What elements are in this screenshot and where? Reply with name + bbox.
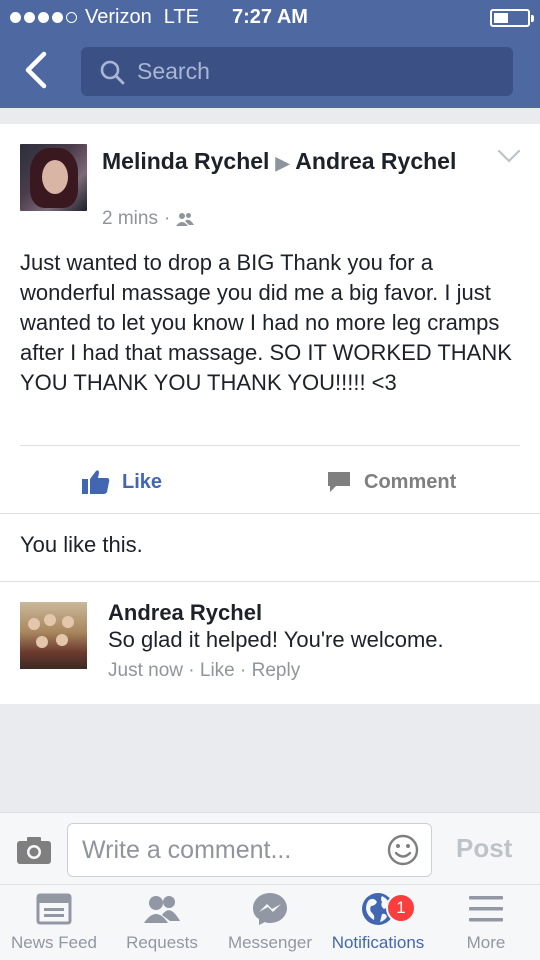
search-placeholder: Search [137,58,210,84]
separator-dot: · [163,208,171,229]
recipient-name[interactable]: Andrea Rychel [295,148,456,174]
post-card: Melinda Rychel ▶ Andrea Rychel 2 mins · Ju… [0,124,540,704]
triangle-right-icon: ▶ [275,153,290,173]
top-navigation-bar: Verizon LTE 7:27 AM Search [0,0,540,108]
like-label: Like [122,470,163,493]
search-input[interactable]: Search [81,47,513,96]
comment-input-placeholder: Write a comment... [82,835,292,864]
tab-label: Messenger [227,933,313,952]
comment-label: Comment [364,470,457,493]
battery-icon [490,9,534,27]
tab-notifications[interactable]: Notifications 1 [324,885,432,960]
tab-more[interactable]: More [432,885,540,960]
camera-icon[interactable] [16,835,52,865]
post-header: Melinda Rychel ▶ Andrea Rychel [102,146,482,178]
bottom-tab-bar: News Feed Requests Messenger Notificatio… [0,884,540,960]
comment-input[interactable]: Write a comment... [67,823,432,877]
tab-label: News Feed [11,933,97,952]
comment-like-link[interactable]: Like [200,660,235,681]
commenter-avatar[interactable] [20,602,87,669]
divider [20,445,520,446]
like-button[interactable]: Like [82,464,162,500]
tab-label: Notifications [331,933,425,952]
tab-requests[interactable]: Requests [108,885,216,960]
comment-composer: Write a comment... Post [0,812,540,884]
comment-text: So glad it helped! You're welcome. [108,627,444,652]
status-bar: Verizon LTE 7:27 AM [0,0,540,36]
likes-summary[interactable]: You like this. [20,532,143,558]
comment-meta: Just now · Like · Reply [108,660,301,681]
chevron-down-icon[interactable] [497,148,521,164]
author-avatar[interactable] [20,144,87,211]
tab-label: Requests [126,933,198,952]
post-body: Just wanted to drop a BIG Thank you for … [20,250,512,395]
news-feed-icon [36,893,72,925]
comment-button[interactable]: Comment [326,464,456,500]
divider [0,581,540,582]
tab-label: More [466,933,506,952]
post-comment-button[interactable]: Post [456,833,512,864]
requests-icon [144,896,180,923]
divider [0,513,540,514]
emoji-icon[interactable] [387,834,419,866]
friends-icon [176,213,195,226]
clock: 7:27 AM [232,6,308,28]
menu-icon [469,896,503,922]
tab-messenger[interactable]: Messenger [216,885,324,960]
messenger-icon [253,893,287,925]
notification-badge: 1 [386,893,416,923]
comment-bubble-icon [328,472,350,492]
tab-news-feed[interactable]: News Feed [0,885,108,960]
comment-reply-link[interactable]: Reply [252,660,301,681]
post-timestamp[interactable]: 2 mins [102,208,158,230]
author-name[interactable]: Melinda Rychel [102,148,269,174]
commenter-name[interactable]: Andrea Rychel [108,600,262,626]
thumbs-up-icon [82,470,110,494]
back-arrow-icon[interactable] [18,50,58,90]
post-meta: 2 mins · [102,208,195,230]
search-icon [100,60,125,84]
comment-timestamp: Just now [108,660,183,681]
